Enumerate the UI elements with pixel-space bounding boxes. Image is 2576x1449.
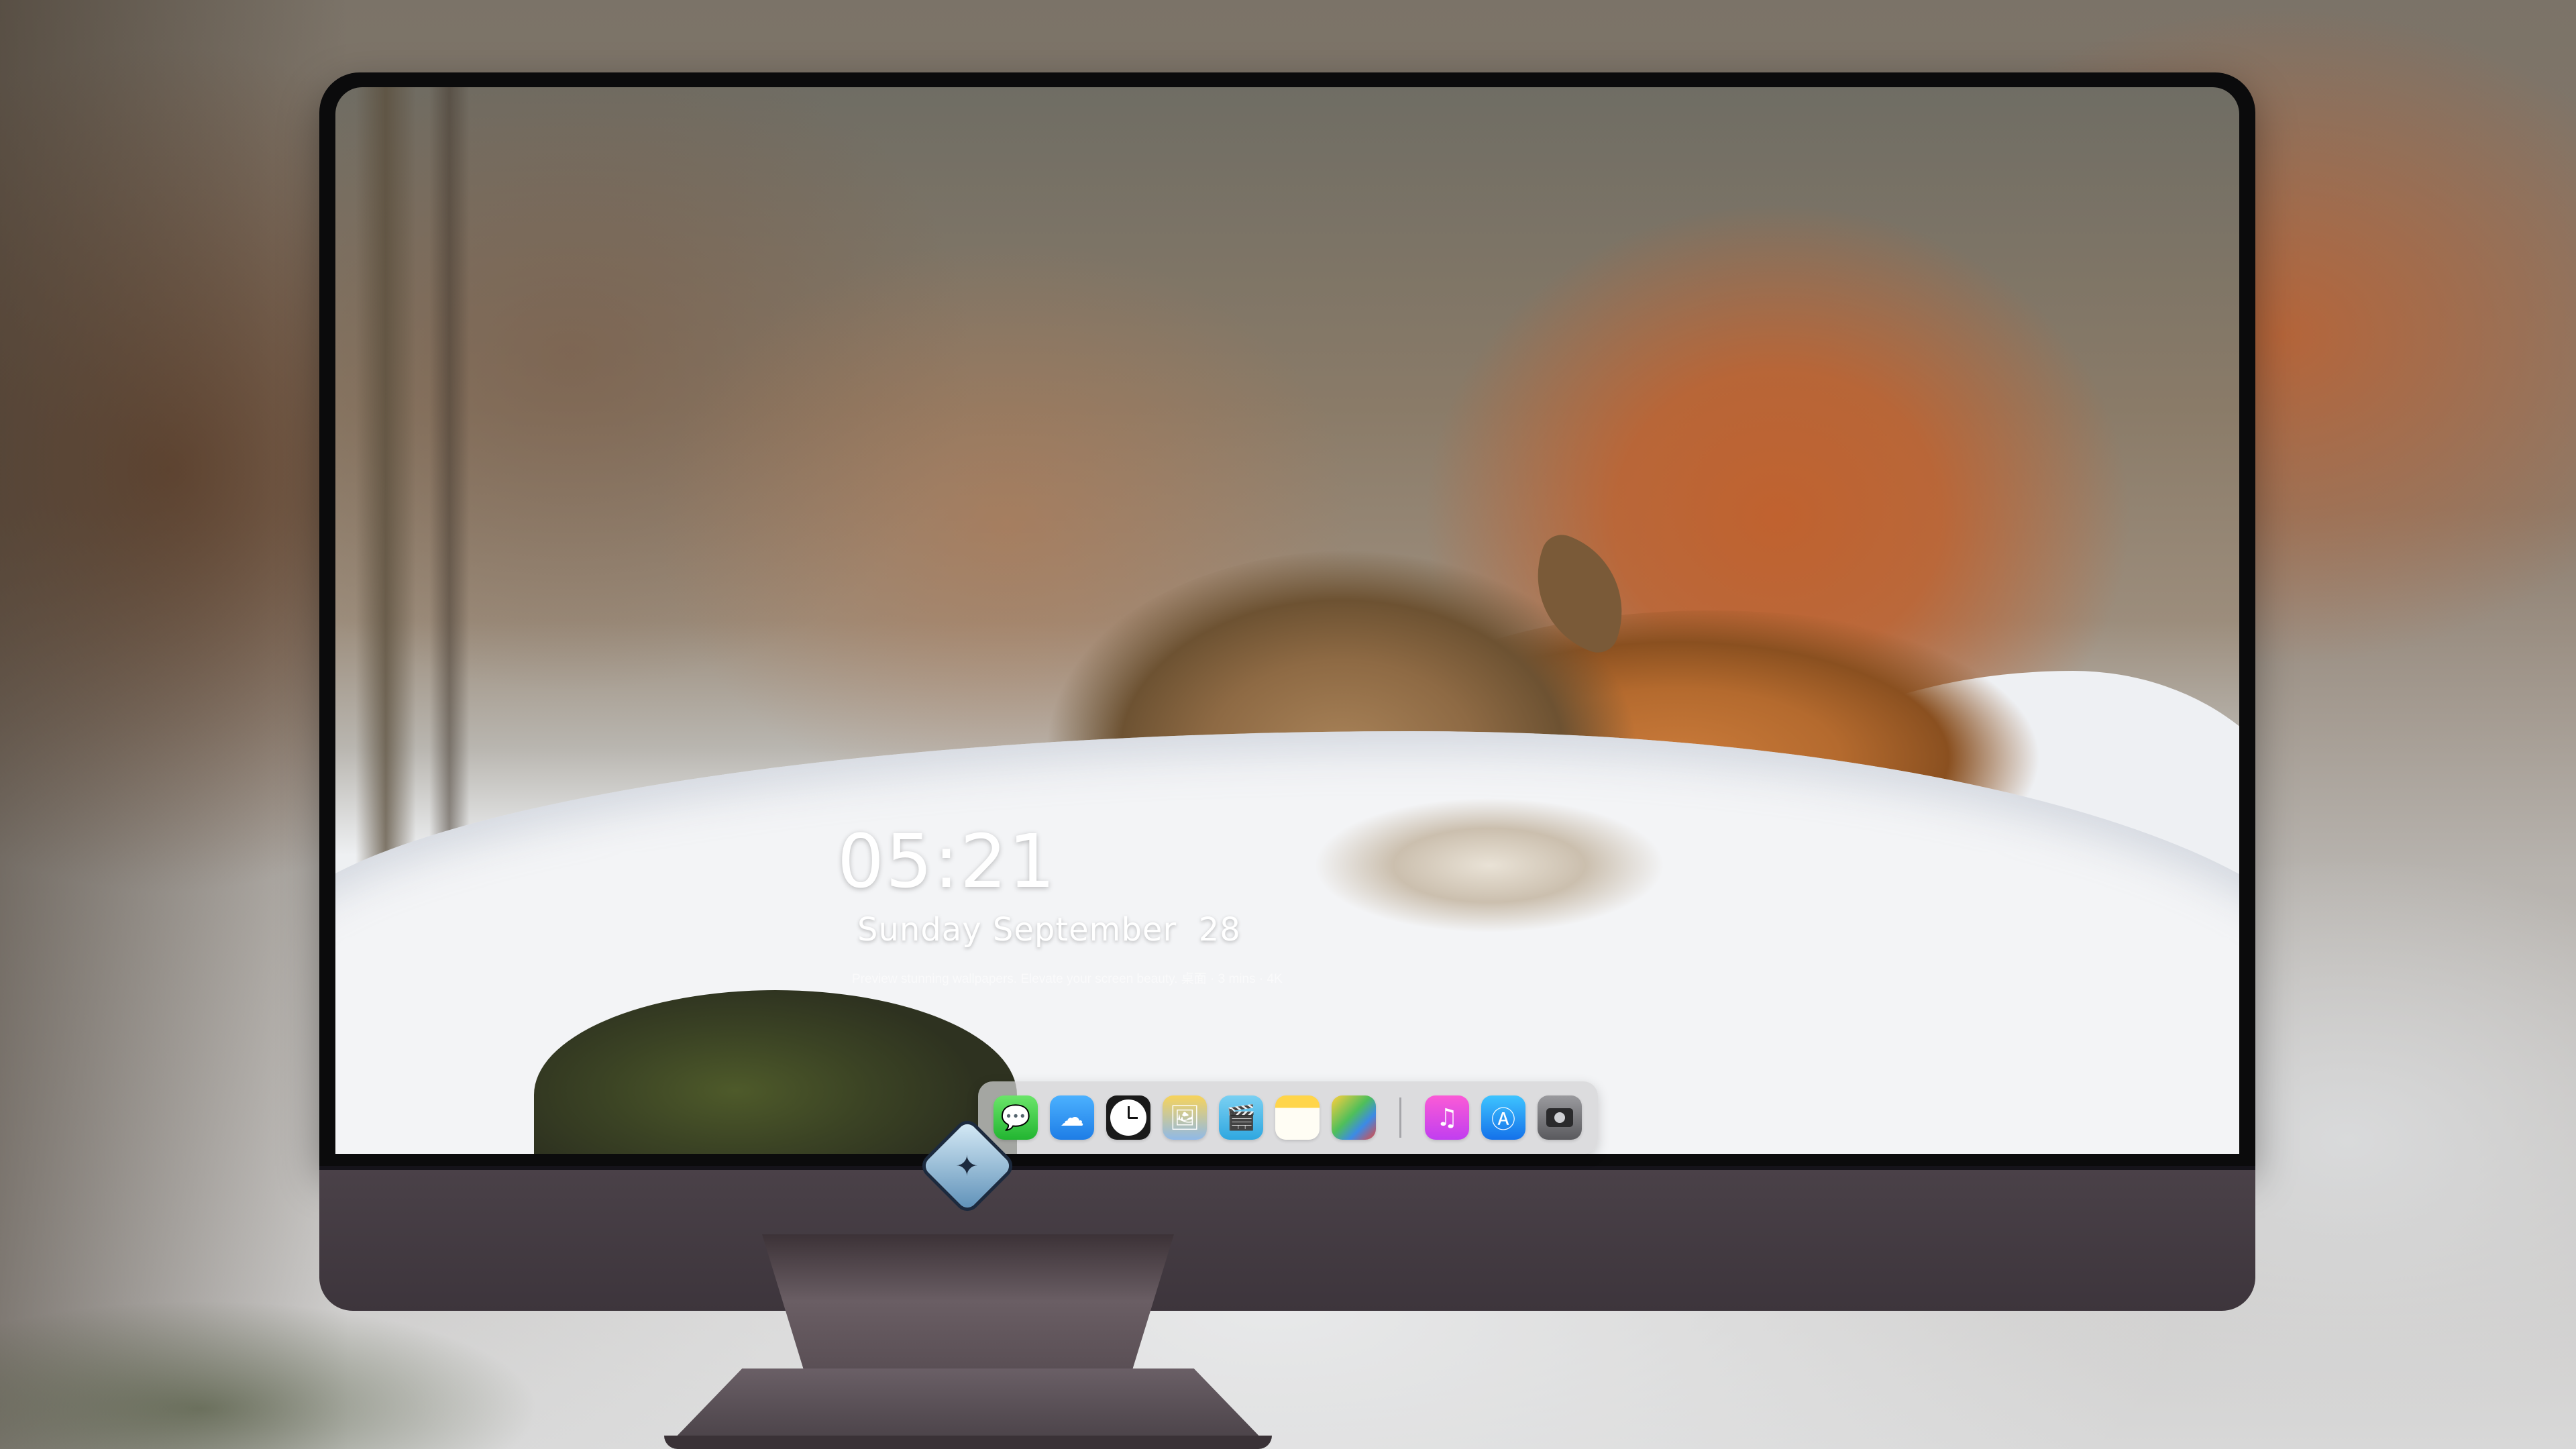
- lock-screen[interactable]: 05:21 Sunday September 28 Preview stunni…: [335, 87, 2239, 1154]
- background-blur-left: [0, 0, 349, 1449]
- wallpaper-tagline: Preview stunning wallpapers. Elevate you…: [852, 972, 1283, 986]
- monitor-stand-foot: [664, 1436, 1272, 1449]
- dock-app-messages[interactable]: 💬: [994, 1095, 1038, 1140]
- dock-app-notes[interactable]: [1275, 1095, 1320, 1140]
- dock: 💬 ☁ 🖼 🎬 ♫ Ⓐ: [978, 1081, 1598, 1154]
- dock-separator: [1399, 1097, 1401, 1138]
- dock-app-music[interactable]: ♫: [1425, 1095, 1469, 1140]
- monitor-bezel: 05:21 Sunday September 28 Preview stunni…: [319, 72, 2255, 1166]
- dock-app-photo-booth[interactable]: [1332, 1095, 1376, 1140]
- music-note-icon: ♫: [1436, 1104, 1458, 1132]
- clapperboard-icon: 🎬: [1226, 1104, 1256, 1132]
- desktop-background: 05:21 Sunday September 28 Preview stunni…: [0, 0, 2576, 1449]
- dock-app-app-store[interactable]: Ⓐ: [1481, 1095, 1525, 1140]
- preview-icon: 🖼: [1169, 1104, 1200, 1132]
- monitor-chin: [319, 1166, 2255, 1311]
- message-bubble-icon: 💬: [1000, 1104, 1031, 1132]
- dock-app-weather[interactable]: ☁: [1050, 1095, 1094, 1140]
- wallpaper-wolf-muzzle: [1315, 798, 1664, 932]
- dock-app-camera[interactable]: [1538, 1095, 1582, 1140]
- dock-app-clips[interactable]: 🎬: [1219, 1095, 1263, 1140]
- app-store-icon: Ⓐ: [1491, 1106, 1515, 1134]
- lock-date: Sunday September 28: [857, 911, 1241, 949]
- weather-cloud-icon: ☁: [1060, 1104, 1084, 1132]
- lock-clock: 05:21: [837, 818, 1057, 904]
- dock-app-preview[interactable]: 🖼: [1163, 1095, 1207, 1140]
- dock-app-clock[interactable]: [1106, 1095, 1150, 1140]
- monitor-stand-neck: [762, 1234, 1174, 1368]
- clock-icon: [1110, 1099, 1146, 1136]
- monitor-stand-base: [671, 1368, 1265, 1442]
- camera-icon: [1546, 1108, 1573, 1127]
